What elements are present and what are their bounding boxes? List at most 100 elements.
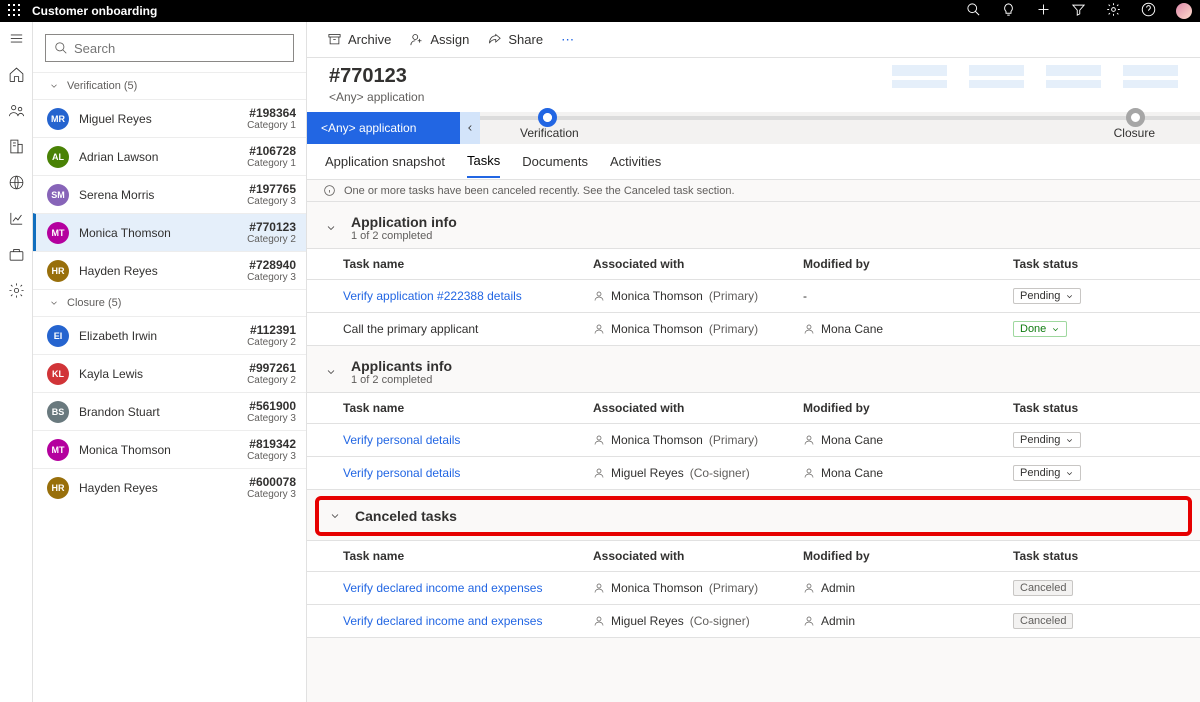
customer-category: Category 1 — [247, 120, 296, 131]
customer-name: Monica Thomson — [79, 443, 237, 457]
section-applicants-info[interactable]: Applicants info1 of 2 completed — [307, 346, 1200, 392]
status-badge[interactable]: Canceled — [1013, 613, 1073, 629]
customer-id: #198364 — [247, 106, 296, 120]
section-application-info[interactable]: Application info1 of 2 completed — [307, 202, 1200, 248]
customer-category: Category 1 — [247, 158, 296, 169]
topbar: Customer onboarding — [0, 0, 1200, 22]
list-item[interactable]: KL Kayla Lewis #997261Category 2 — [33, 354, 306, 392]
customer-category: Category 2 — [247, 375, 296, 386]
customer-name: Kayla Lewis — [79, 367, 237, 381]
chart-icon[interactable] — [8, 210, 25, 232]
gear-icon[interactable] — [1106, 2, 1121, 20]
bpf-chevron[interactable] — [460, 112, 480, 144]
chevron-down-icon — [49, 298, 59, 308]
list-item[interactable]: MT Monica Thomson #770123Category 2 — [33, 213, 306, 251]
filter-icon[interactable] — [1071, 2, 1086, 20]
share-button[interactable]: Share — [487, 32, 543, 47]
modified-by: Admin — [803, 581, 1013, 595]
plus-icon[interactable] — [1036, 2, 1051, 20]
people-icon[interactable] — [8, 102, 25, 124]
list-item[interactable]: SM Serena Morris #197765Category 3 — [33, 175, 306, 213]
briefcase-icon[interactable] — [8, 246, 25, 268]
group-verification[interactable]: Verification (5) — [33, 72, 306, 99]
table-row: Call the primary applicant Monica Thomso… — [307, 313, 1200, 346]
table-header: Task nameAssociated withModified byTask … — [307, 249, 1200, 280]
archive-button[interactable]: Archive — [327, 32, 391, 47]
tab-snapshot[interactable]: Application snapshot — [325, 146, 445, 177]
modified-by: - — [803, 289, 1013, 303]
bpf-node-closure[interactable] — [1126, 108, 1145, 127]
table-header: Task nameAssociated withModified byTask … — [307, 393, 1200, 424]
avatar: SM — [47, 184, 69, 206]
help-icon[interactable] — [1141, 2, 1156, 20]
bulb-icon[interactable] — [1001, 2, 1016, 20]
customer-name: Miguel Reyes — [79, 112, 237, 126]
bpf-active-stage[interactable]: <Any> application — [307, 112, 460, 144]
tab-activities[interactable]: Activities — [610, 146, 661, 177]
tab-documents[interactable]: Documents — [522, 146, 588, 177]
avatar: MR — [47, 108, 69, 130]
customer-category: Category 3 — [247, 489, 296, 500]
bpf-node-verification[interactable] — [538, 108, 557, 127]
status-badge[interactable]: Pending — [1013, 432, 1081, 448]
assign-button[interactable]: Assign — [409, 32, 469, 47]
task-link[interactable]: Verify declared income and expenses — [343, 614, 542, 628]
customer-id: #600078 — [247, 475, 296, 489]
section-canceled-tasks[interactable]: Canceled tasks — [319, 500, 1188, 532]
search-box[interactable] — [45, 34, 294, 62]
task-link[interactable]: Verify personal details — [343, 466, 460, 480]
sidebar: Verification (5) MR Miguel Reyes #198364… — [33, 22, 307, 702]
associated-with: Monica Thomson (Primary) — [593, 322, 803, 336]
search-icon[interactable] — [966, 2, 981, 20]
list-item[interactable]: HR Hayden Reyes #728940Category 3 — [33, 251, 306, 289]
associated-with: Monica Thomson (Primary) — [593, 289, 803, 303]
table-row: Verify declared income and expenses Moni… — [307, 572, 1200, 605]
customer-name: Monica Thomson — [79, 226, 237, 240]
bpf-bar: <Any> application Verification Closure — [307, 112, 1200, 144]
modified-by: Admin — [803, 614, 1013, 628]
customer-id: #997261 — [247, 361, 296, 375]
customer-category: Category 3 — [247, 196, 296, 207]
status-badge[interactable]: Canceled — [1013, 580, 1073, 596]
search-input[interactable] — [74, 41, 285, 56]
task-link[interactable]: Verify application #222388 details — [343, 289, 522, 303]
group-label: Closure (5) — [67, 297, 121, 309]
avatar[interactable] — [1176, 3, 1192, 19]
tab-tasks[interactable]: Tasks — [467, 145, 500, 178]
waffle-icon[interactable] — [8, 4, 22, 18]
globe-icon[interactable] — [8, 174, 25, 196]
more-button[interactable]: ⋯ — [561, 32, 574, 48]
avatar: EI — [47, 325, 69, 347]
list-item[interactable]: EI Elizabeth Irwin #112391Category 2 — [33, 316, 306, 354]
customer-id: #112391 — [247, 323, 296, 337]
list-item[interactable]: AL Adrian Lawson #106728Category 1 — [33, 137, 306, 175]
associated-with: Miguel Reyes (Co-signer) — [593, 466, 803, 480]
task-name: Call the primary applicant — [343, 322, 478, 336]
list-item[interactable]: MT Monica Thomson #819342Category 3 — [33, 430, 306, 468]
table-row: Verify personal details Miguel Reyes (Co… — [307, 457, 1200, 490]
list-item[interactable]: HR Hayden Reyes #600078Category 3 — [33, 468, 306, 506]
customer-id: #106728 — [247, 144, 296, 158]
customer-category: Category 3 — [247, 413, 296, 424]
app-info-table: Task nameAssociated withModified byTask … — [307, 248, 1200, 346]
group-closure[interactable]: Closure (5) — [33, 289, 306, 316]
settings-icon[interactable] — [8, 282, 25, 304]
avatar: MT — [47, 222, 69, 244]
customer-category: Category 2 — [247, 337, 296, 348]
list-item[interactable]: BS Brandon Stuart #561900Category 3 — [33, 392, 306, 430]
app-title: Customer onboarding — [32, 4, 157, 18]
home-icon[interactable] — [8, 66, 25, 88]
task-link[interactable]: Verify declared income and expenses — [343, 581, 542, 595]
table-row: Verify personal details Monica Thomson (… — [307, 424, 1200, 457]
task-link[interactable]: Verify personal details — [343, 433, 460, 447]
list-item[interactable]: MR Miguel Reyes #198364Category 1 — [33, 99, 306, 137]
status-badge[interactable]: Done — [1013, 321, 1067, 337]
status-badge[interactable]: Pending — [1013, 465, 1081, 481]
status-badge[interactable]: Pending — [1013, 288, 1081, 304]
bpf-label: Verification — [520, 126, 579, 140]
chevron-down-icon — [49, 81, 59, 91]
menu-icon[interactable] — [8, 30, 25, 52]
building-icon[interactable] — [8, 138, 25, 160]
customer-id: #197765 — [247, 182, 296, 196]
customer-name: Serena Morris — [79, 188, 237, 202]
